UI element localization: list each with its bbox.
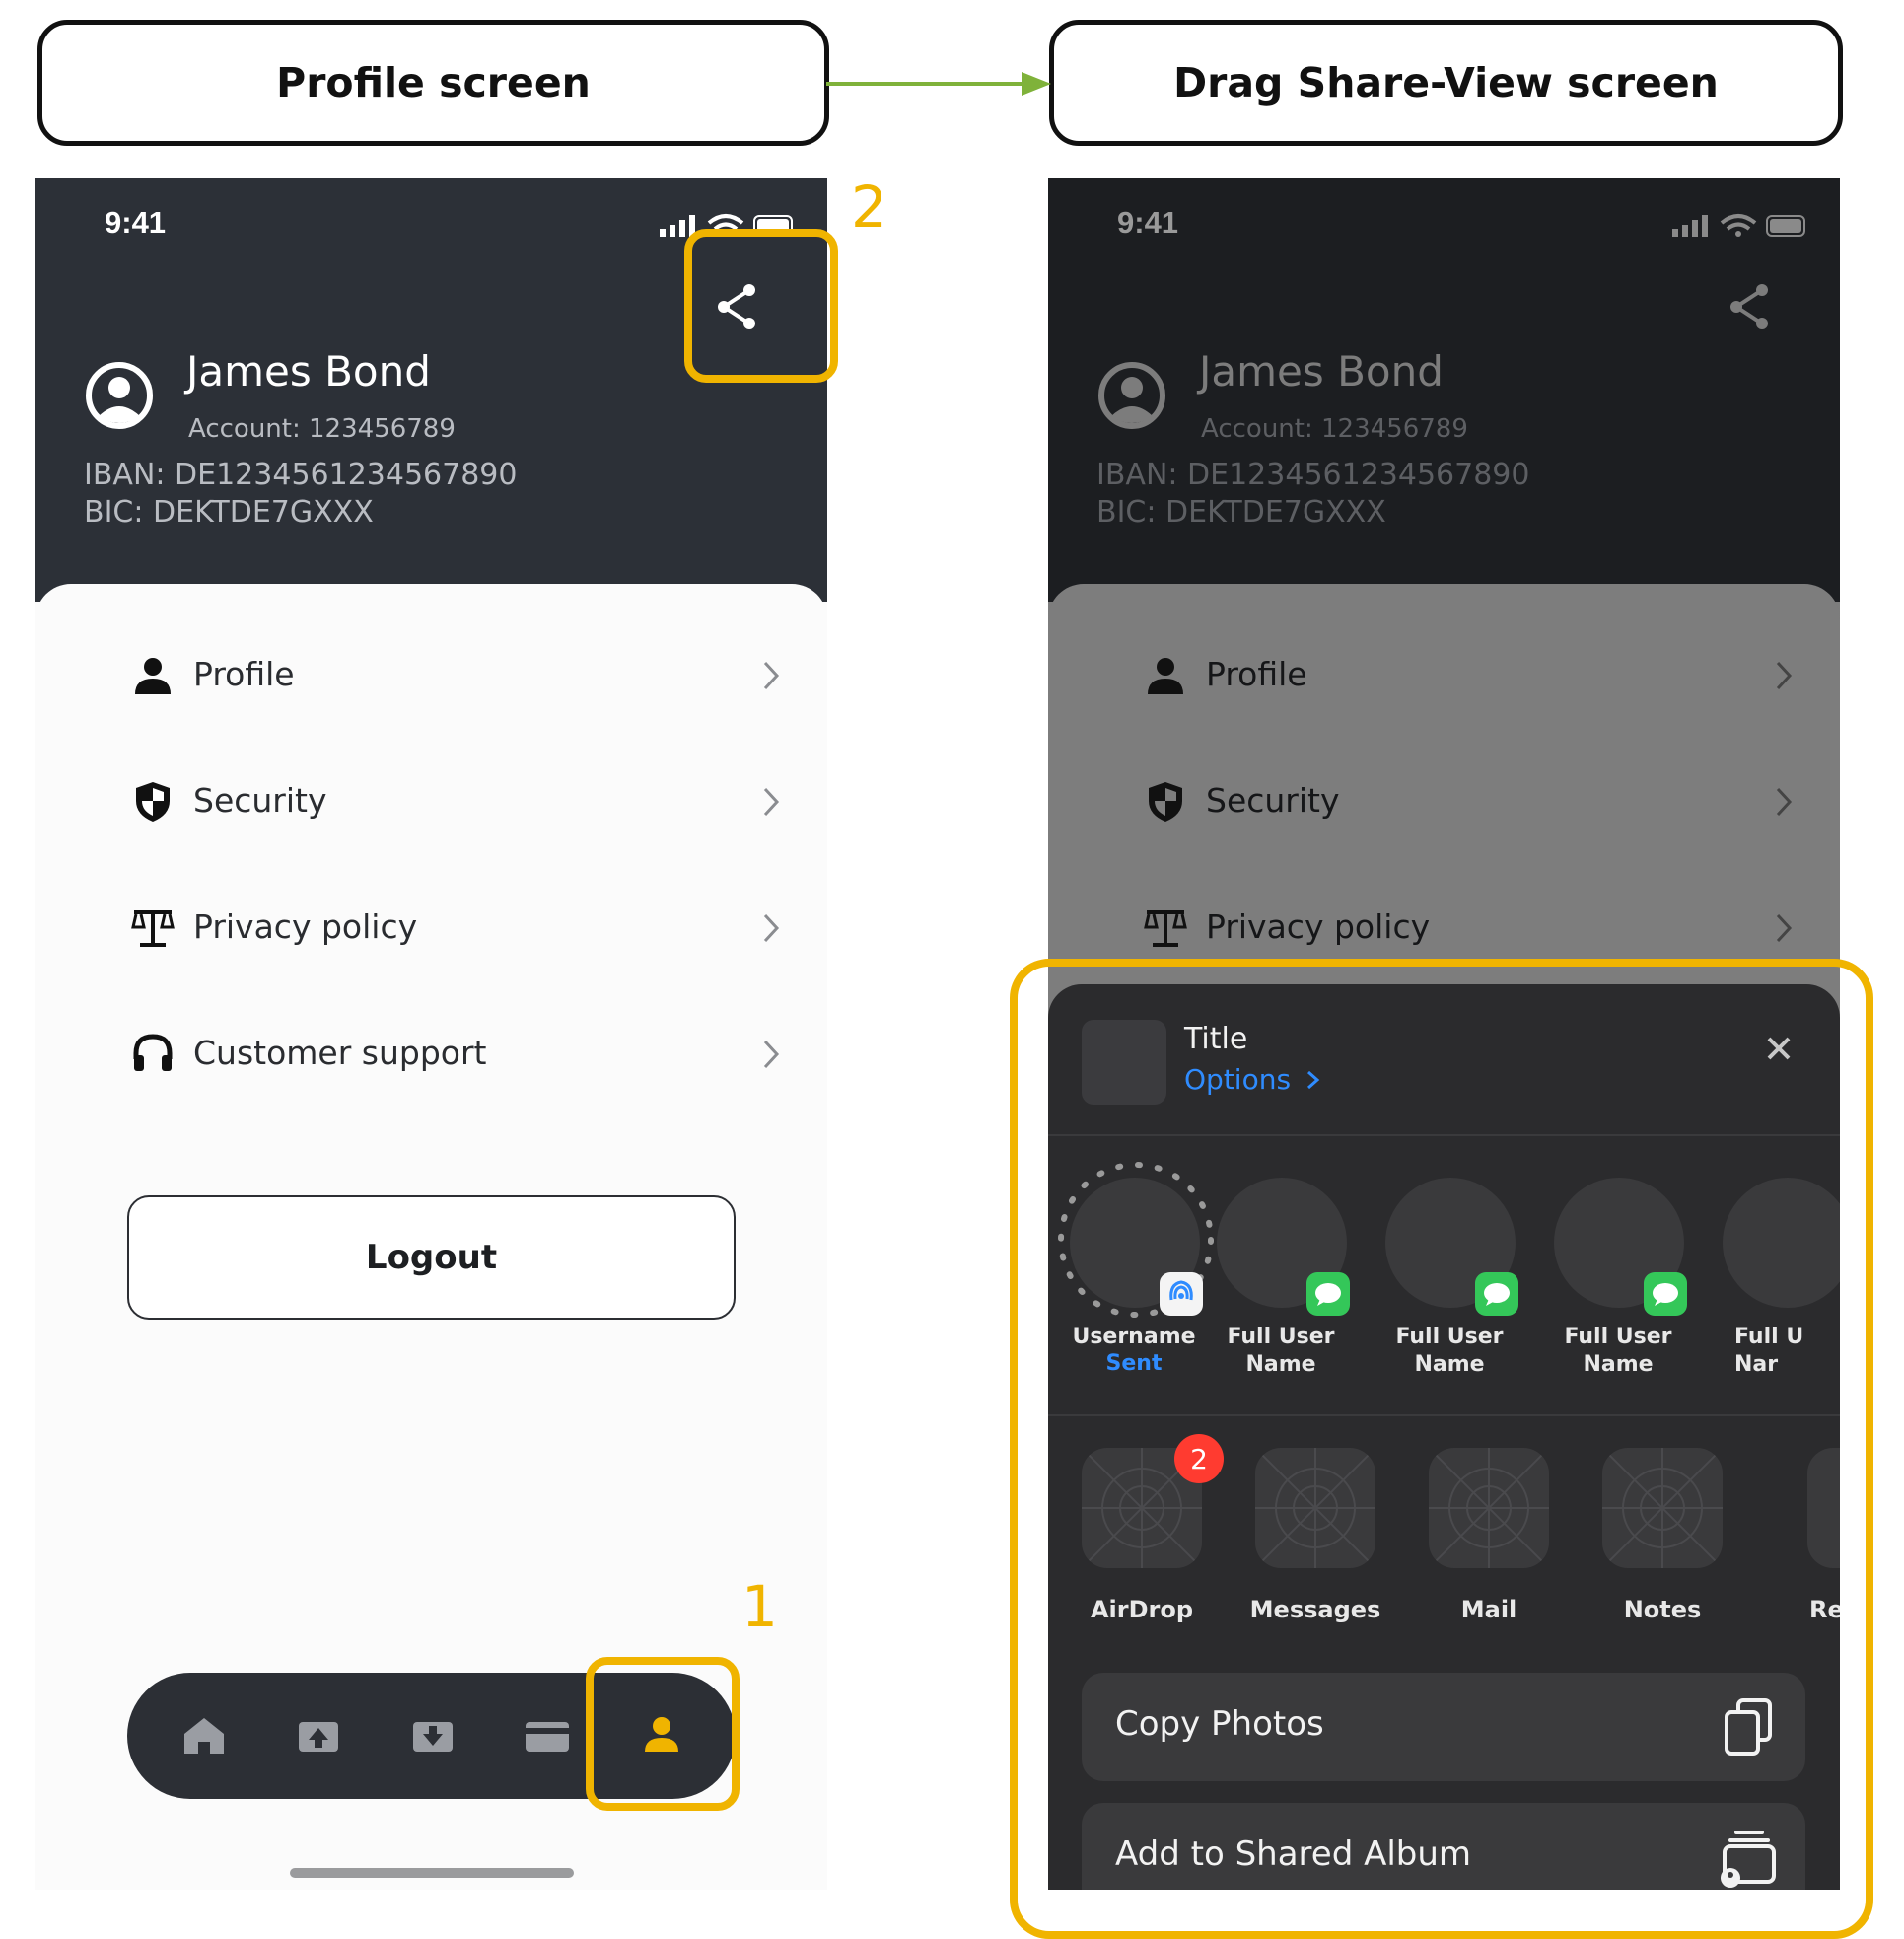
menu-item-customer-support[interactable]: Customer support xyxy=(35,1010,827,1099)
caption-share-view-screen: Drag Share-View screen xyxy=(1049,20,1843,146)
avatar-icon xyxy=(1098,362,1165,429)
step-number-2: 2 xyxy=(851,174,887,241)
highlight-share-sheet xyxy=(1010,959,1873,1939)
iban: IBAN: DE1234561234567890 xyxy=(84,458,518,492)
menu-item-security[interactable]: Security xyxy=(35,757,827,846)
menu-item-profile[interactable]: Profile xyxy=(35,631,827,720)
menu-label: Privacy policy xyxy=(193,907,418,946)
caption-profile-screen: Profile screen xyxy=(37,20,829,146)
menu-item-privacy-policy[interactable]: Privacy policy xyxy=(35,884,827,972)
status-time: 9:41 xyxy=(105,205,167,240)
account-number: Account: 123456789 xyxy=(188,414,456,444)
upload-icon[interactable] xyxy=(291,1708,346,1763)
download-icon[interactable] xyxy=(405,1708,460,1763)
caption-text: Profile screen xyxy=(276,59,591,107)
shield-icon xyxy=(136,782,170,822)
step-number-1: 1 xyxy=(741,1573,778,1640)
highlight-profile-tab xyxy=(586,1657,740,1811)
chevron-right-icon xyxy=(763,787,780,817)
person-icon xyxy=(1148,658,1183,694)
menu-label: Privacy policy xyxy=(1206,907,1431,946)
menu-item-security[interactable]: Security xyxy=(1048,757,1840,846)
menu-item-profile[interactable]: Profile xyxy=(1048,631,1840,720)
home-icon[interactable] xyxy=(176,1708,232,1763)
flow-arrow xyxy=(826,72,1051,96)
home-indicator xyxy=(290,1868,574,1878)
menu-label: Profile xyxy=(1206,655,1307,693)
headset-icon xyxy=(133,1034,173,1071)
menu-label: Profile xyxy=(193,655,295,693)
share-icon[interactable] xyxy=(1728,282,1772,331)
user-name: James Bond xyxy=(1199,347,1444,395)
menu-label: Security xyxy=(1206,781,1340,820)
status-icons xyxy=(1672,214,1805,237)
card-icon[interactable] xyxy=(520,1708,575,1763)
chevron-right-icon xyxy=(1776,787,1793,817)
scales-icon xyxy=(1144,910,1187,947)
chevron-right-icon xyxy=(763,661,780,690)
status-time: 9:41 xyxy=(1117,205,1179,240)
scales-icon xyxy=(131,910,175,947)
menu-label: Security xyxy=(193,781,327,820)
chevron-right-icon xyxy=(1776,913,1793,943)
account-number: Account: 123456789 xyxy=(1201,414,1468,444)
caption-text: Drag Share-View screen xyxy=(1173,59,1719,107)
user-name: James Bond xyxy=(186,347,431,395)
iban: IBAN: DE1234561234567890 xyxy=(1096,458,1530,492)
profile-screen: 9:41 James Bond Account: 123456789 IBAN:… xyxy=(35,178,827,1890)
chevron-right-icon xyxy=(1776,661,1793,690)
bic: BIC: DEKTDE7GXXX xyxy=(1096,495,1386,530)
chevron-right-icon xyxy=(763,913,780,943)
profile-header-dimmed: 9:41 James Bond Account: 123456789 IBAN:… xyxy=(1048,178,1840,602)
logout-button[interactable]: Logout xyxy=(127,1195,736,1320)
avatar-icon xyxy=(86,362,153,429)
highlight-share-button xyxy=(684,229,838,383)
person-icon xyxy=(135,658,171,694)
chevron-right-icon xyxy=(763,1040,780,1069)
shield-icon xyxy=(1149,782,1182,822)
bic: BIC: DEKTDE7GXXX xyxy=(84,495,374,530)
menu-label: Customer support xyxy=(193,1034,487,1072)
